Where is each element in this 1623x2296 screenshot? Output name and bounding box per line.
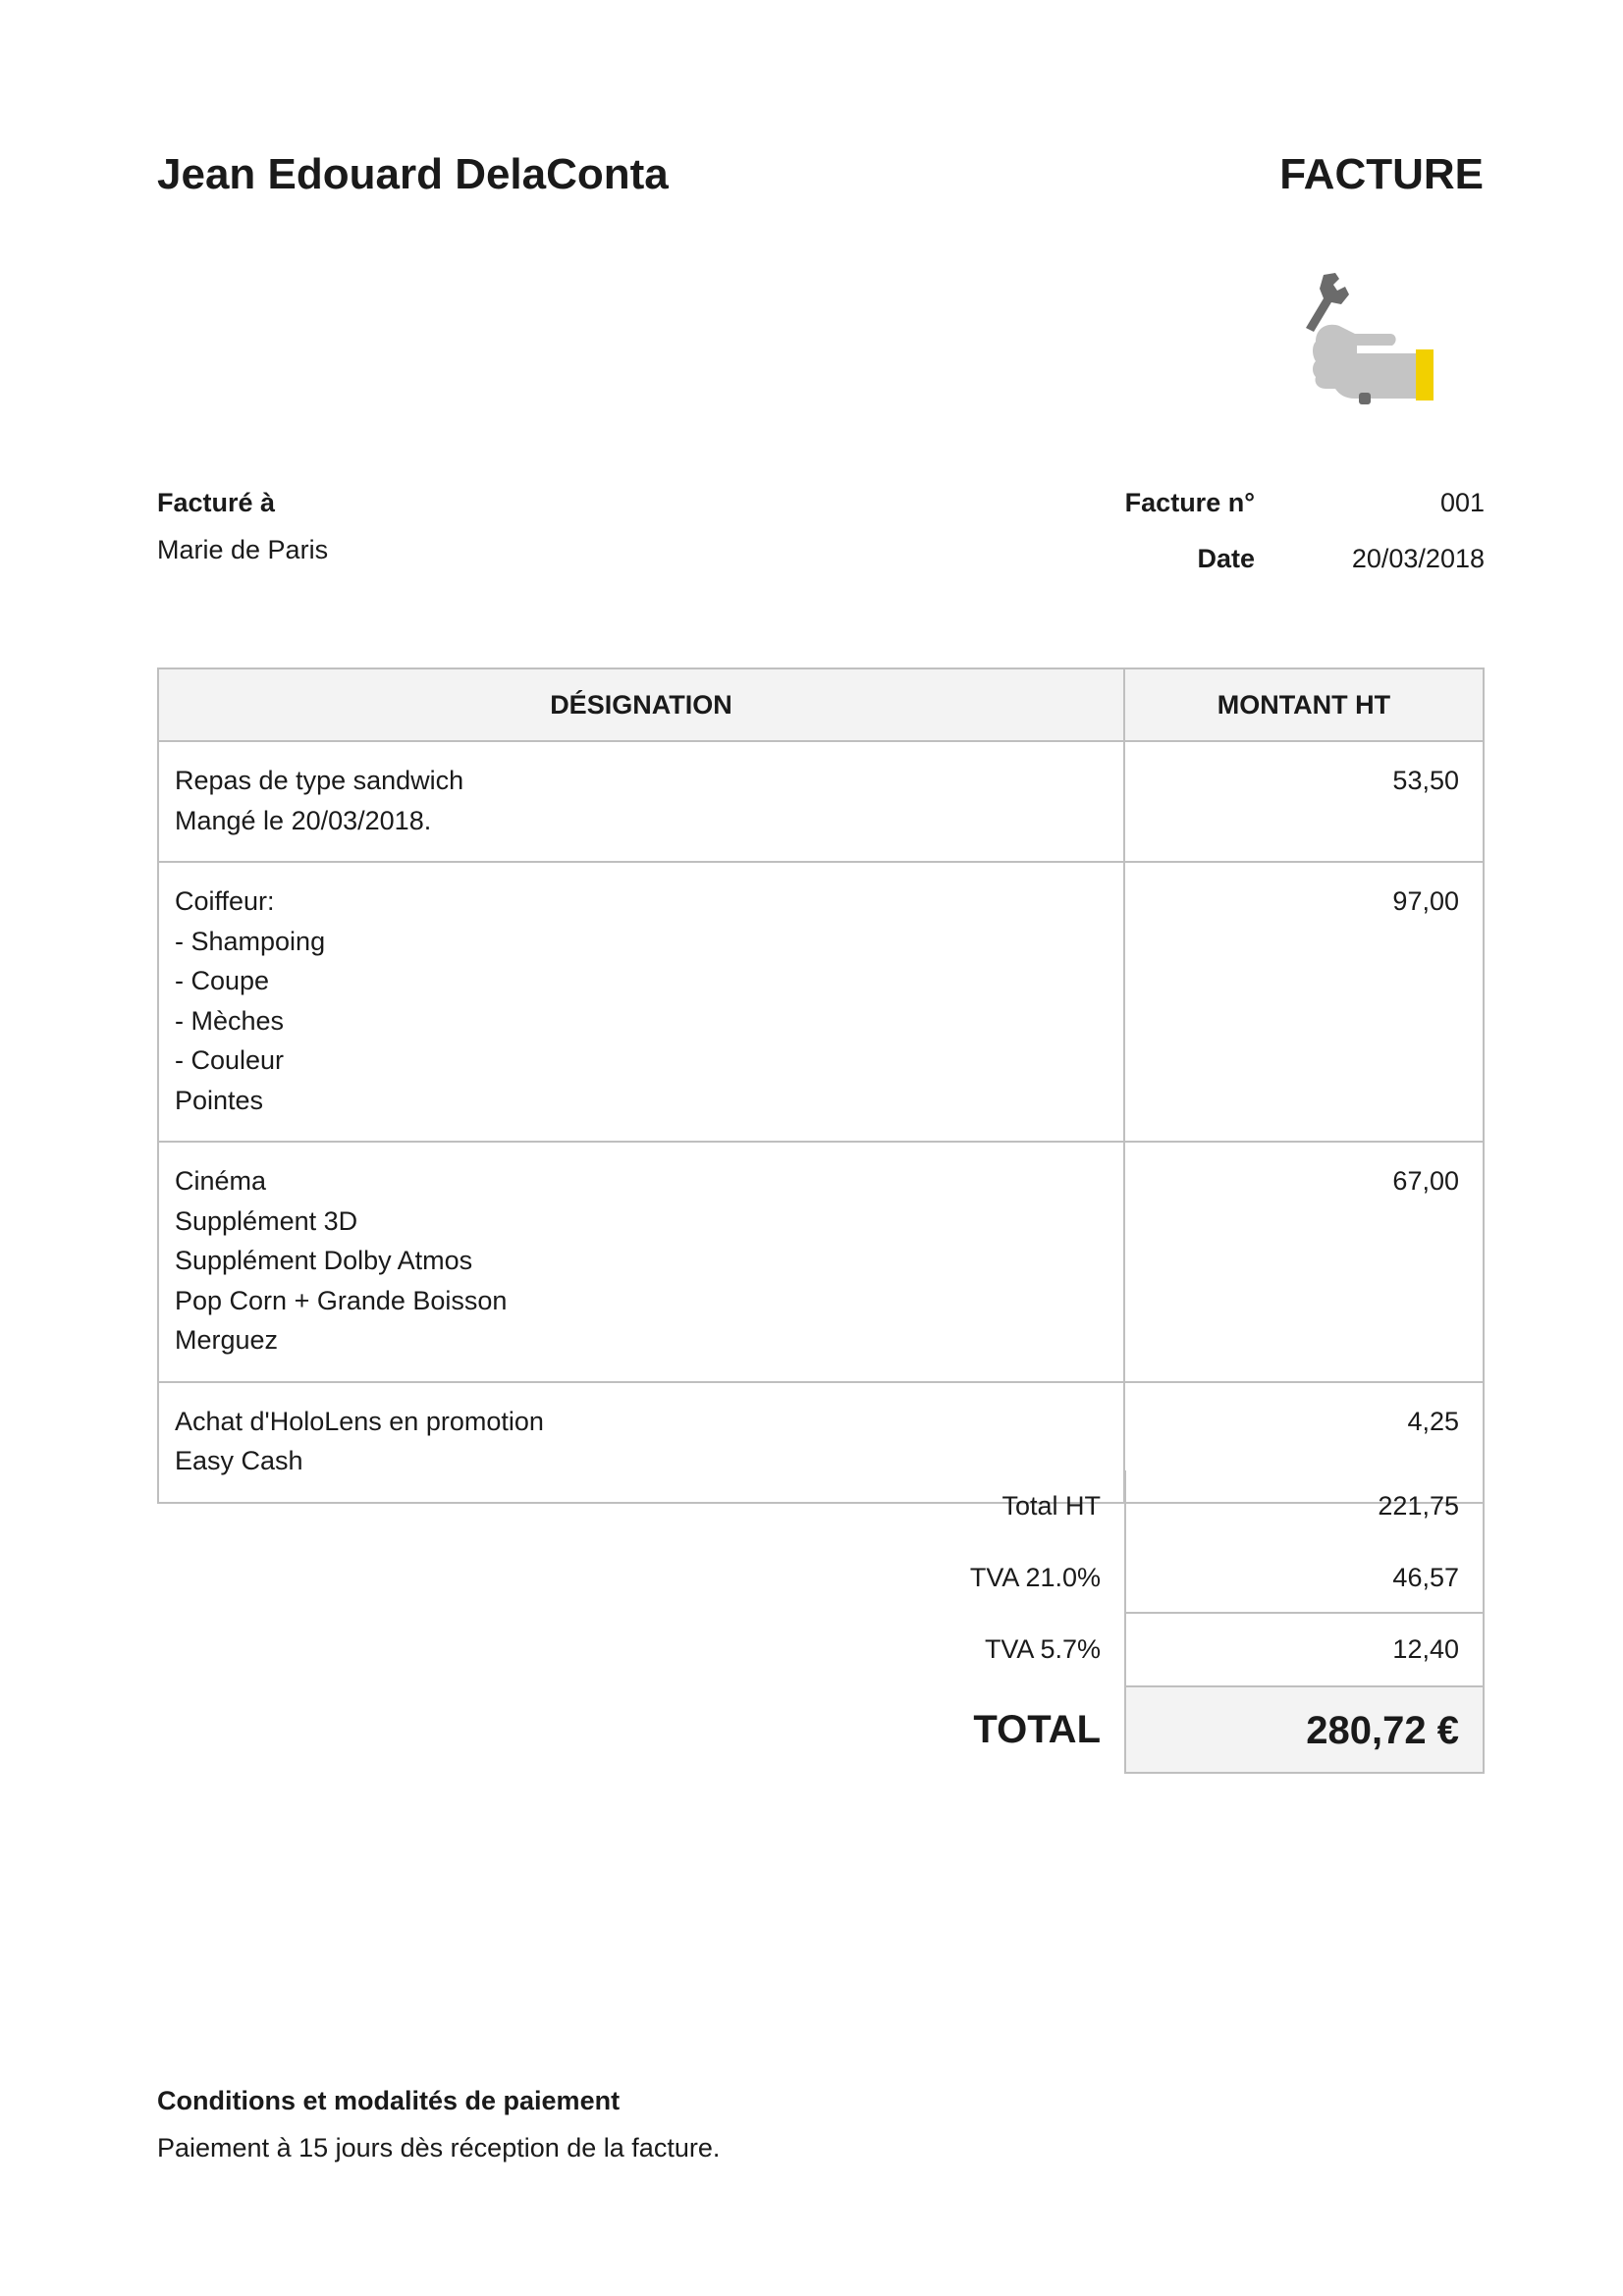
grand-total-value: 280,72 €	[1124, 1685, 1485, 1774]
invoice-number-label: Facture n°	[1124, 488, 1255, 517]
sender-name: Jean Edouard DelaConta	[157, 150, 669, 198]
tva-5-label: TVA 5.7%	[984, 1634, 1101, 1664]
tva-21-label: TVA 21.0%	[969, 1563, 1101, 1592]
total-ht-value: 221,75	[1124, 1470, 1485, 1542]
table-row: Repas de type sandwich Mangé le 20/03/20…	[157, 740, 1486, 863]
description-line: Repas de type sandwich	[175, 766, 464, 795]
description-line: Coiffeur:	[175, 886, 275, 916]
document-title: FACTURE	[1279, 150, 1484, 198]
item-amount: 67,00	[1122, 1141, 1486, 1383]
item-description: Cinéma Supplément 3D Supplément Dolby At…	[157, 1141, 1125, 1383]
description-line: - Mèches	[175, 1005, 285, 1036]
description-line: Merguez	[175, 1325, 279, 1355]
payment-terms-text: Paiement à 15 jours dès réception de la …	[157, 2133, 721, 2163]
item-amount: 53,50	[1122, 740, 1486, 863]
total-ht-row: Total HT 221,75	[157, 1470, 1485, 1542]
tva-5-row: TVA 5.7% 12,40	[157, 1614, 1485, 1685]
total-ht-label: Total HT	[1001, 1491, 1101, 1521]
table-header-row: DÉSIGNATION MONTANT HT	[157, 667, 1486, 742]
description-line: Cinéma	[175, 1166, 267, 1196]
grand-total-row: TOTAL 280,72 €	[157, 1685, 1485, 1774]
date-label: Date	[1197, 544, 1255, 573]
description-line: Supplément 3D	[175, 1205, 358, 1236]
item-description: Coiffeur: - Shampoing - Coupe - Mèches -…	[157, 861, 1125, 1143]
invoice-date: 20/03/2018	[1351, 544, 1485, 573]
table-row: Coiffeur: - Shampoing - Coupe - Mèches -…	[157, 861, 1486, 1143]
item-description: Repas de type sandwich Mangé le 20/03/20…	[157, 740, 1125, 863]
billed-to-name: Marie de Paris	[157, 535, 329, 564]
description-line: Mangé le 20/03/2018.	[175, 805, 432, 835]
description-line: - Couleur	[175, 1045, 285, 1075]
invoice-number: 001	[1439, 488, 1485, 517]
description-line: Pop Corn + Grande Boisson	[175, 1285, 508, 1315]
description-line: Pointes	[175, 1085, 264, 1115]
totals-block: Total HT 221,75 TVA 21.0% 46,57 TVA 5.7%…	[157, 1470, 1485, 1774]
tva-21-row: TVA 21.0% 46,57	[157, 1542, 1485, 1614]
items-table: DÉSIGNATION MONTANT HT Repas de type san…	[157, 667, 1486, 1504]
description-line: - Shampoing	[175, 926, 326, 956]
tva-21-value: 46,57	[1124, 1542, 1485, 1614]
table-row: Cinéma Supplément 3D Supplément Dolby At…	[157, 1141, 1486, 1383]
item-amount: 97,00	[1122, 861, 1486, 1143]
designation-header: DÉSIGNATION	[157, 667, 1125, 742]
description-line: Supplément Dolby Atmos	[175, 1246, 473, 1275]
description-line: - Coupe	[175, 966, 270, 995]
payment-terms-title: Conditions et modalités de paiement	[157, 2086, 621, 2115]
tva-5-value: 12,40	[1124, 1614, 1485, 1685]
wrench-hand-icon	[1296, 273, 1457, 406]
grand-total-label: TOTAL	[973, 1708, 1101, 1751]
description-line: Achat d'HoloLens en promotion	[175, 1406, 544, 1436]
billed-to-label: Facturé à	[157, 488, 276, 517]
amount-header: MONTANT HT	[1122, 667, 1486, 742]
